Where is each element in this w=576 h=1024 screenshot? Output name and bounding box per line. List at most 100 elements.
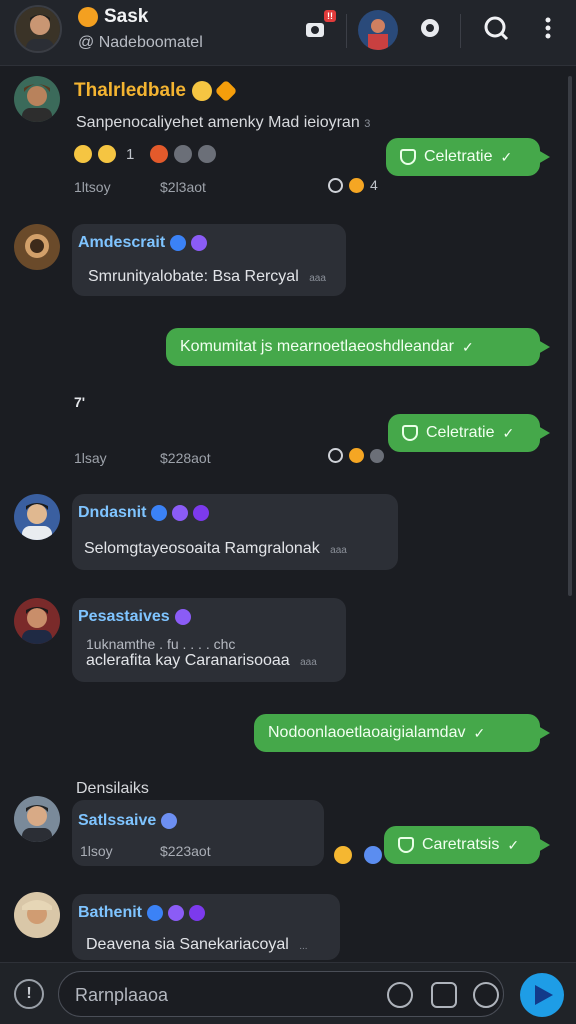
outgoing-text: Nodoonlaoetlaoaigialamdav [268,724,466,741]
message-text-above: 1uknamthe . fu . . . . chc [86,636,236,652]
attach-icon[interactable] [473,982,499,1008]
emoji-icon [349,177,364,193]
gif-icon[interactable] [431,982,457,1008]
chat-title-group[interactable]: Sask [78,6,148,28]
meta-amount: $228aot [160,450,211,466]
scrollbar[interactable] [568,76,572,596]
avatar[interactable] [14,598,60,644]
laugh-reaction-icon[interactable] [98,145,116,163]
emoji-icon [349,448,364,463]
meta-amount: $2l3aot [160,179,206,195]
smile-emoji-icon [191,81,212,101]
message-bubble[interactable]: Dndasnit Selomgtayeosoaita Ramgralonak a… [72,494,398,570]
camera-reaction-icon[interactable] [174,145,193,163]
avatar[interactable] [14,796,60,842]
chat-header: Sask @ Nadeboomatel !! [0,0,576,66]
celebrate-label: Caretratsis [422,836,500,853]
message-bubble[interactable]: Bathenit Deavena sia Sanekariacoyal ... [72,894,340,960]
clock-icon [328,448,343,463]
meta-reactions [328,448,384,463]
grin-reaction-icon[interactable] [74,145,92,163]
sticker-icon[interactable] [381,976,419,1014]
message-text: Sanpenocaliyehet amenky Mad ieioyran 3 [76,114,370,132]
message-body: Smrunityalobate: Bsa Rercyal [88,268,299,285]
message-body: Deavena sia Sanekariacoyal [86,936,289,953]
emoji-icon[interactable] [334,846,352,864]
sender-name: Bathenit [78,904,142,921]
message-time: ... [299,941,308,952]
verified-icon [151,505,168,521]
sender-name: Dndasnit [78,504,147,521]
message-bubble[interactable]: Satlssaive 1lsoy $223aot [72,800,324,866]
sender-name-row: Thalrledbale [74,79,238,103]
send-icon[interactable] [520,973,564,1017]
celebrate-button[interactable]: Caretratsis ✓ [384,826,550,864]
angry-reaction-icon[interactable] [150,145,169,163]
profile-avatar[interactable] [14,5,62,53]
badge-icon [189,905,205,921]
input-placeholder: Rarnplaaoa [75,985,169,1005]
settings-icon[interactable] [416,14,444,42]
message-text: Deavena sia Sanekariacoyal ... [86,936,308,954]
sender-name[interactable]: Thalrledbale [74,80,186,102]
outgoing-message[interactable]: Nodoonlaoetlaoaigialamdav ✓ [254,714,550,752]
chevron-icon: ✓ [502,424,515,441]
sender-name: Pesastaives [78,608,170,625]
section-label: Densilaiks [76,780,149,797]
globe-icon[interactable] [364,846,382,864]
chat-handle: @ Nadeboomatel [78,34,203,51]
sender-name-row: Satlssaive [78,812,178,830]
camera-icon[interactable]: !! [302,10,336,42]
info-icon[interactable]: ! [14,979,44,1009]
message-bubble[interactable]: Amdescrait Smrunityalobate: Bsa Rercyal … [72,224,346,296]
message-composer: ! Rarnplaaoa [0,962,576,1024]
more-icon[interactable] [534,14,562,42]
shield-icon [400,149,416,165]
message-bubble[interactable]: Pesastaives 1uknamthe . fu . . . . chc a… [72,598,346,682]
notification-badge: !! [324,10,336,22]
avatar[interactable] [14,224,60,270]
outgoing-message[interactable]: Komumitat js mearnoetlaeoshdleandar ✓ [166,328,550,366]
celebrate-button[interactable]: Celetratie ✓ [388,414,550,452]
meta-count: 4 [370,177,378,193]
chevron-icon: ✓ [507,836,520,853]
premium-icon [191,235,208,251]
avatar[interactable] [14,892,60,938]
sender-name: Satlssaive [78,812,157,829]
message-body: aclerafita kay Caranarisooaa [86,652,290,669]
meta-amount: $223aot [160,843,211,859]
message-time: aaa [309,273,326,284]
reaction-bar: 1 [74,145,217,163]
avatar[interactable] [14,494,60,540]
message-text: Selomgtayeosoaita Ramgralonak aaa [84,540,347,558]
message-time: aaa [300,657,317,668]
sender-name-row: Bathenit [78,904,205,922]
message-input[interactable]: Rarnplaaoa [58,971,504,1017]
fire-emoji-icon [78,7,98,27]
message-body: Selomgtayeosoaita Ramgralonak [84,540,320,557]
search-icon[interactable] [482,14,510,42]
header-divider-2 [460,14,461,48]
message-text: aclerafita kay Caranarisooaa aaa [86,652,317,670]
meta-reactions: 4 [328,177,378,193]
avatar[interactable] [14,76,60,122]
group-avatar[interactable] [358,10,398,50]
sender-name-row: Pesastaives [78,608,191,626]
message-suffix: 3 [364,118,371,130]
stray-mark: 7' [74,394,86,410]
lens-reaction-icon[interactable] [198,145,217,163]
chevron-icon: ✓ [461,338,474,355]
verified-icon [170,235,187,251]
premium-icon [168,905,184,921]
meta-time: 1ltsoy [74,179,111,195]
chevron-icon: ✓ [500,148,513,165]
celebrate-button[interactable]: Celetratie ✓ [386,138,550,176]
sender-name: Amdescrait [78,234,166,251]
celebrate-label: Celetratie [424,148,493,165]
gift-icon [370,448,384,463]
message-body: Sanpenocaliyehet amenky Mad ieioyran [76,114,360,131]
meta-reactions [334,846,382,864]
gold-badge-icon [214,79,238,103]
meta-time: 1lsay [74,450,107,466]
header-divider [346,14,347,48]
